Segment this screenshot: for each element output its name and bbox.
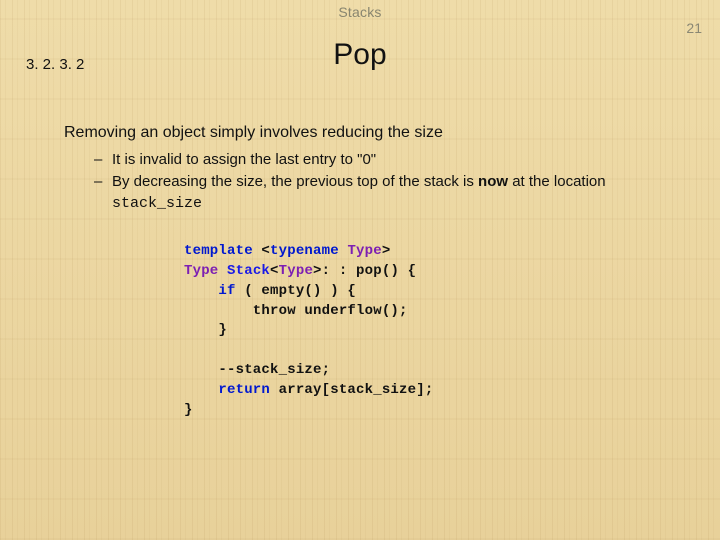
list-item: – By decreasing the size, the previous t… [94,172,680,214]
intro-text: Removing an object simply involves reduc… [64,124,680,142]
body-content: Removing an object simply involves reduc… [64,124,680,216]
bullet-text: By decreasing the size, the previous top… [112,172,680,214]
code-line: Type Stack<Type>: : pop() { [184,263,416,279]
code-line: if ( empty() ) { [184,283,356,299]
code-block: template <typename Type> Type Stack<Type… [184,222,433,421]
page-title: Pop [0,38,720,72]
list-item: – It is invalid to assign the last entry… [94,150,680,170]
bullet-dash: – [94,172,112,192]
page-number: 21 [686,20,702,36]
header-label: Stacks [0,4,720,20]
code-line: template <typename Type> [184,243,390,259]
code-line: } [184,322,227,338]
bullet-list: – It is invalid to assign the last entry… [94,150,680,214]
code-line: return array[stack_size]; [184,382,433,398]
bullet-text: It is invalid to assign the last entry t… [112,150,376,170]
code-line: --stack_size; [184,362,330,378]
bullet-dash: – [94,150,112,170]
code-line: } [184,402,193,418]
code-line: throw underflow(); [184,303,408,319]
